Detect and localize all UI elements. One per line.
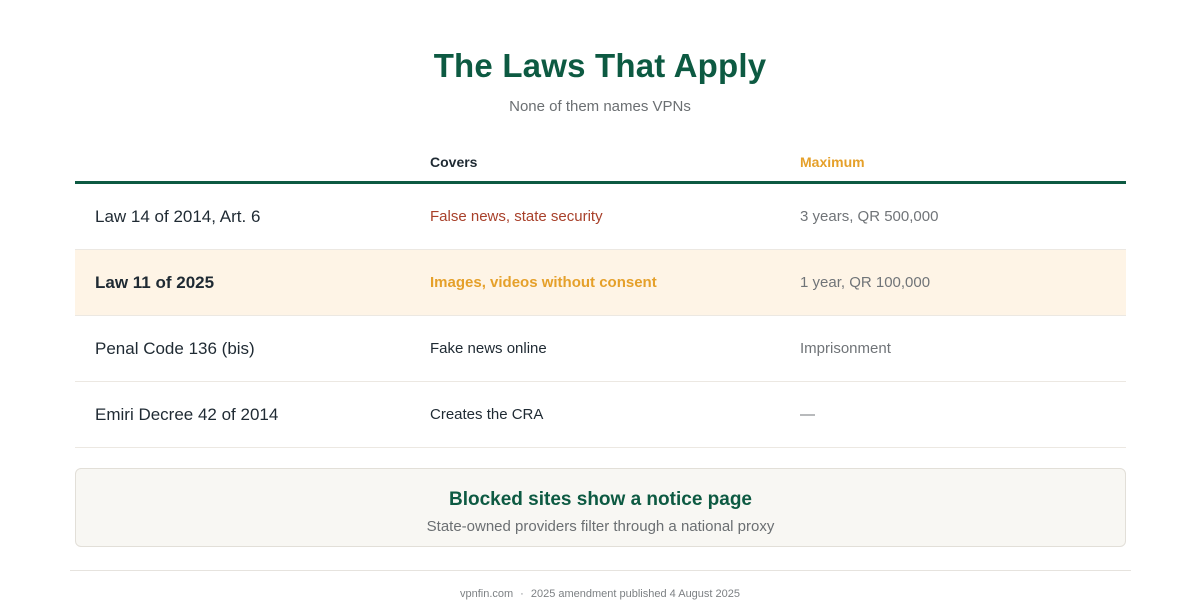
law-covers: Images, videos without consent [430,273,657,291]
law-maximum: 1 year, QR 100,000 [800,273,931,291]
notice-title: Blocked sites show a notice page [448,489,753,510]
table-header: Covers Maximum [75,140,1126,184]
page-subtitle: None of them names VPNs [509,98,691,115]
law-covers: Fake news online [430,339,547,357]
law-name: Penal Code 136 (bis) [95,338,255,358]
law-name: Emiri Decree 42 of 2014 [95,404,279,424]
column-header-covers: Covers [430,154,478,170]
footer: vpnfin.com · 2025 amendment published 4 Au… [0,587,1200,601]
footer-separator: · [520,588,524,600]
law-maximum: 3 years, QR 500,000 [800,207,939,225]
footer-site-link[interactable]: vpnfin.com [460,588,513,600]
footer-note: 2025 amendment published 4 August 2025 [530,588,741,600]
laws-table: Covers Maximum Law 14 of 2014, Art. 6 Fa… [75,140,1126,448]
table-row-highlighted: Law 11 of 2025 Images, videos without co… [75,250,1126,316]
column-header-maximum: Maximum [800,154,865,170]
page-title: The Laws That Apply [433,47,767,84]
law-covers: Creates the CRA [430,405,544,423]
notice-text: State-owned providers filter through a n… [426,518,775,535]
table-row: Law 14 of 2014, Art. 6 False news, state… [75,184,1126,250]
law-covers: False news, state security [430,207,603,225]
law-name: Law 14 of 2014, Art. 6 [95,206,261,226]
table-row: Penal Code 136 (bis) Fake news online Im… [75,316,1126,382]
law-maximum: — [800,405,815,423]
footer-divider [70,570,1131,571]
table-row: Emiri Decree 42 of 2014 Creates the CRA … [75,382,1126,448]
law-maximum: Imprisonment [800,339,891,357]
notice-box: Blocked sites show a notice page State-o… [75,468,1126,547]
law-name: Law 11 of 2025 [95,272,215,292]
